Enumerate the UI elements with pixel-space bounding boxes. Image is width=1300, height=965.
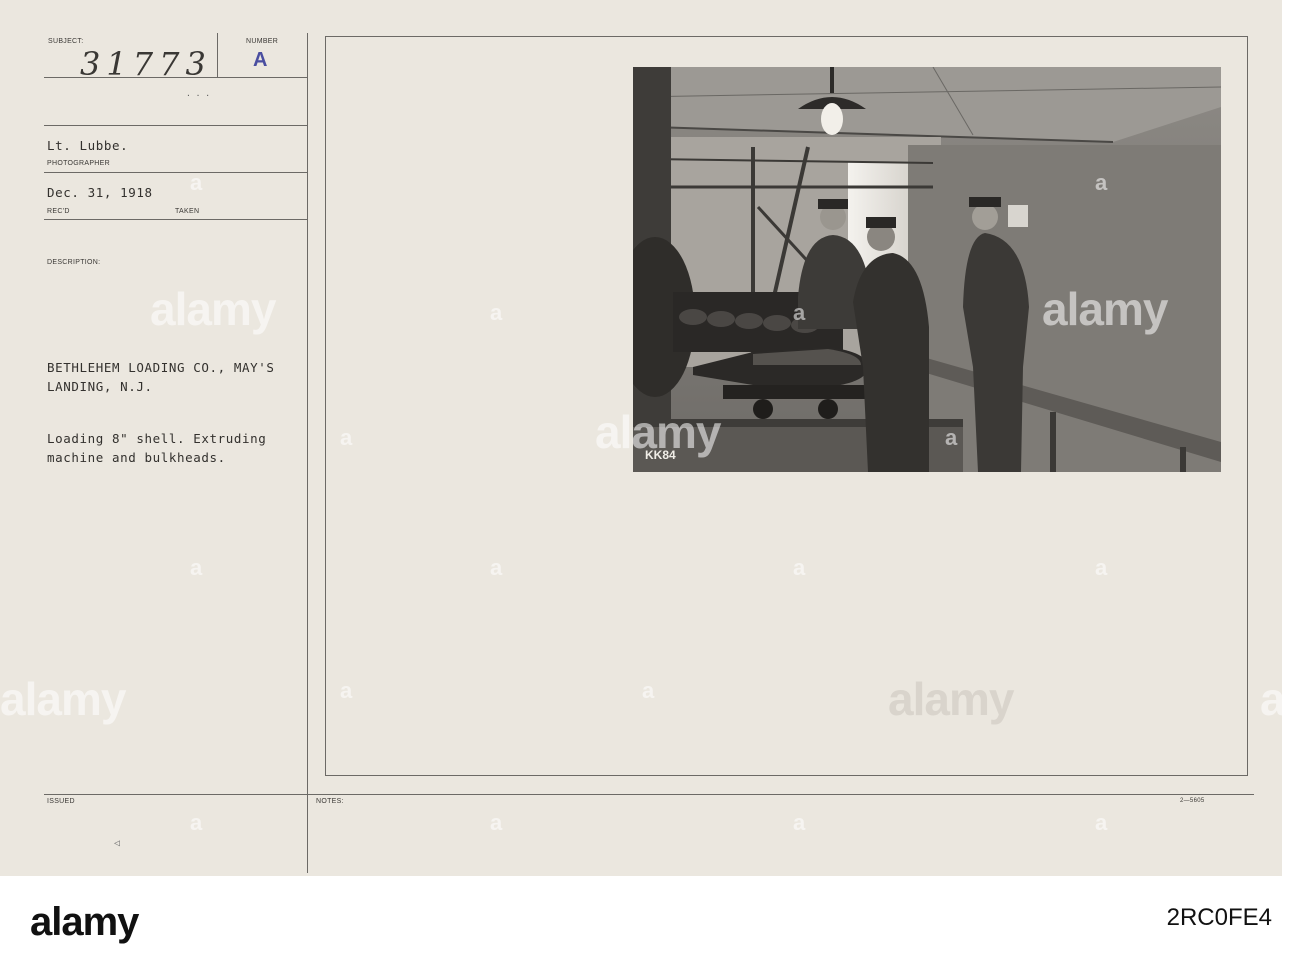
photographer-name: Lt. Lubbe. [47,138,129,153]
ceiling-lamp-bulb [821,103,843,135]
watermark: alamy [595,406,721,458]
watermark: alamy [888,673,1014,725]
rule-notes [307,794,1254,795]
watermark-mark: a [793,810,806,835]
watermark: alamy [1260,673,1300,725]
number-value: A [253,49,268,71]
watermark-mark: a [190,810,203,835]
watermark-mark: a [793,300,806,325]
description-label: DESCRIPTION: [47,259,101,266]
frame-left [325,36,326,775]
frame-bottom [325,775,1248,776]
ink-dots: · · · [186,91,211,100]
watermark-mark: a [1095,555,1108,580]
watermark-mark: a [1095,170,1108,195]
image-id: 2RC0FE4 [1166,904,1272,931]
description-line: Loading 8" shell. Extruding [47,431,267,446]
rule-3 [44,172,307,173]
description-line: machine and bulkheads. [47,450,226,465]
record-card: SUBJECT: 31773 NUMBER A · · · Lt. Lubbe.… [0,0,1300,876]
watermark-mark: a [490,300,503,325]
watermark-mark: a [190,170,203,195]
watermark-mark: a [190,555,203,580]
watermark-mark: a [793,555,806,580]
description-line: BETHLEHEM LOADING CO., MAY'S [47,360,275,375]
subject-number: 31773 [80,45,212,83]
watermark-mark: a [642,678,655,703]
notes-label: NOTES: [316,798,344,805]
number-label: NUMBER [246,38,279,45]
taken-label: TAKEN [175,208,200,215]
rule-4 [44,219,307,220]
date-value: Dec. 31, 1918 [47,185,153,200]
watermark-mark: a [1095,810,1108,835]
frame-right [1247,36,1248,775]
issued-label: ISSUED [47,798,75,805]
watermark: alamy [150,283,276,335]
watermark-mark: a [490,810,503,835]
left-column-divider [307,33,308,873]
watermark-mark: a [490,555,503,580]
margin-mark: ◁ [114,838,121,849]
subject-label: SUBJECT: [48,38,84,45]
rule-issued [44,794,307,795]
factory-photograph: KK84 [633,67,1221,472]
watermark-mark: a [340,425,353,450]
photographer-label: PHOTOGRAPHER [47,160,110,167]
stock-footer [0,876,1300,965]
watermark-mark: a [945,425,958,450]
recd-label: REC'D [47,208,70,215]
watermark: alamy [0,673,126,725]
subject-divider [217,33,218,77]
watermark-mark: a [340,678,353,703]
watermark: alamy [1042,283,1168,335]
description-line: LANDING, N.J. [47,379,153,394]
frame-top [325,36,1248,37]
alamy-logo: alamy [30,900,139,944]
rule-2 [44,125,307,126]
form-code: 2—5605 [1180,798,1205,804]
